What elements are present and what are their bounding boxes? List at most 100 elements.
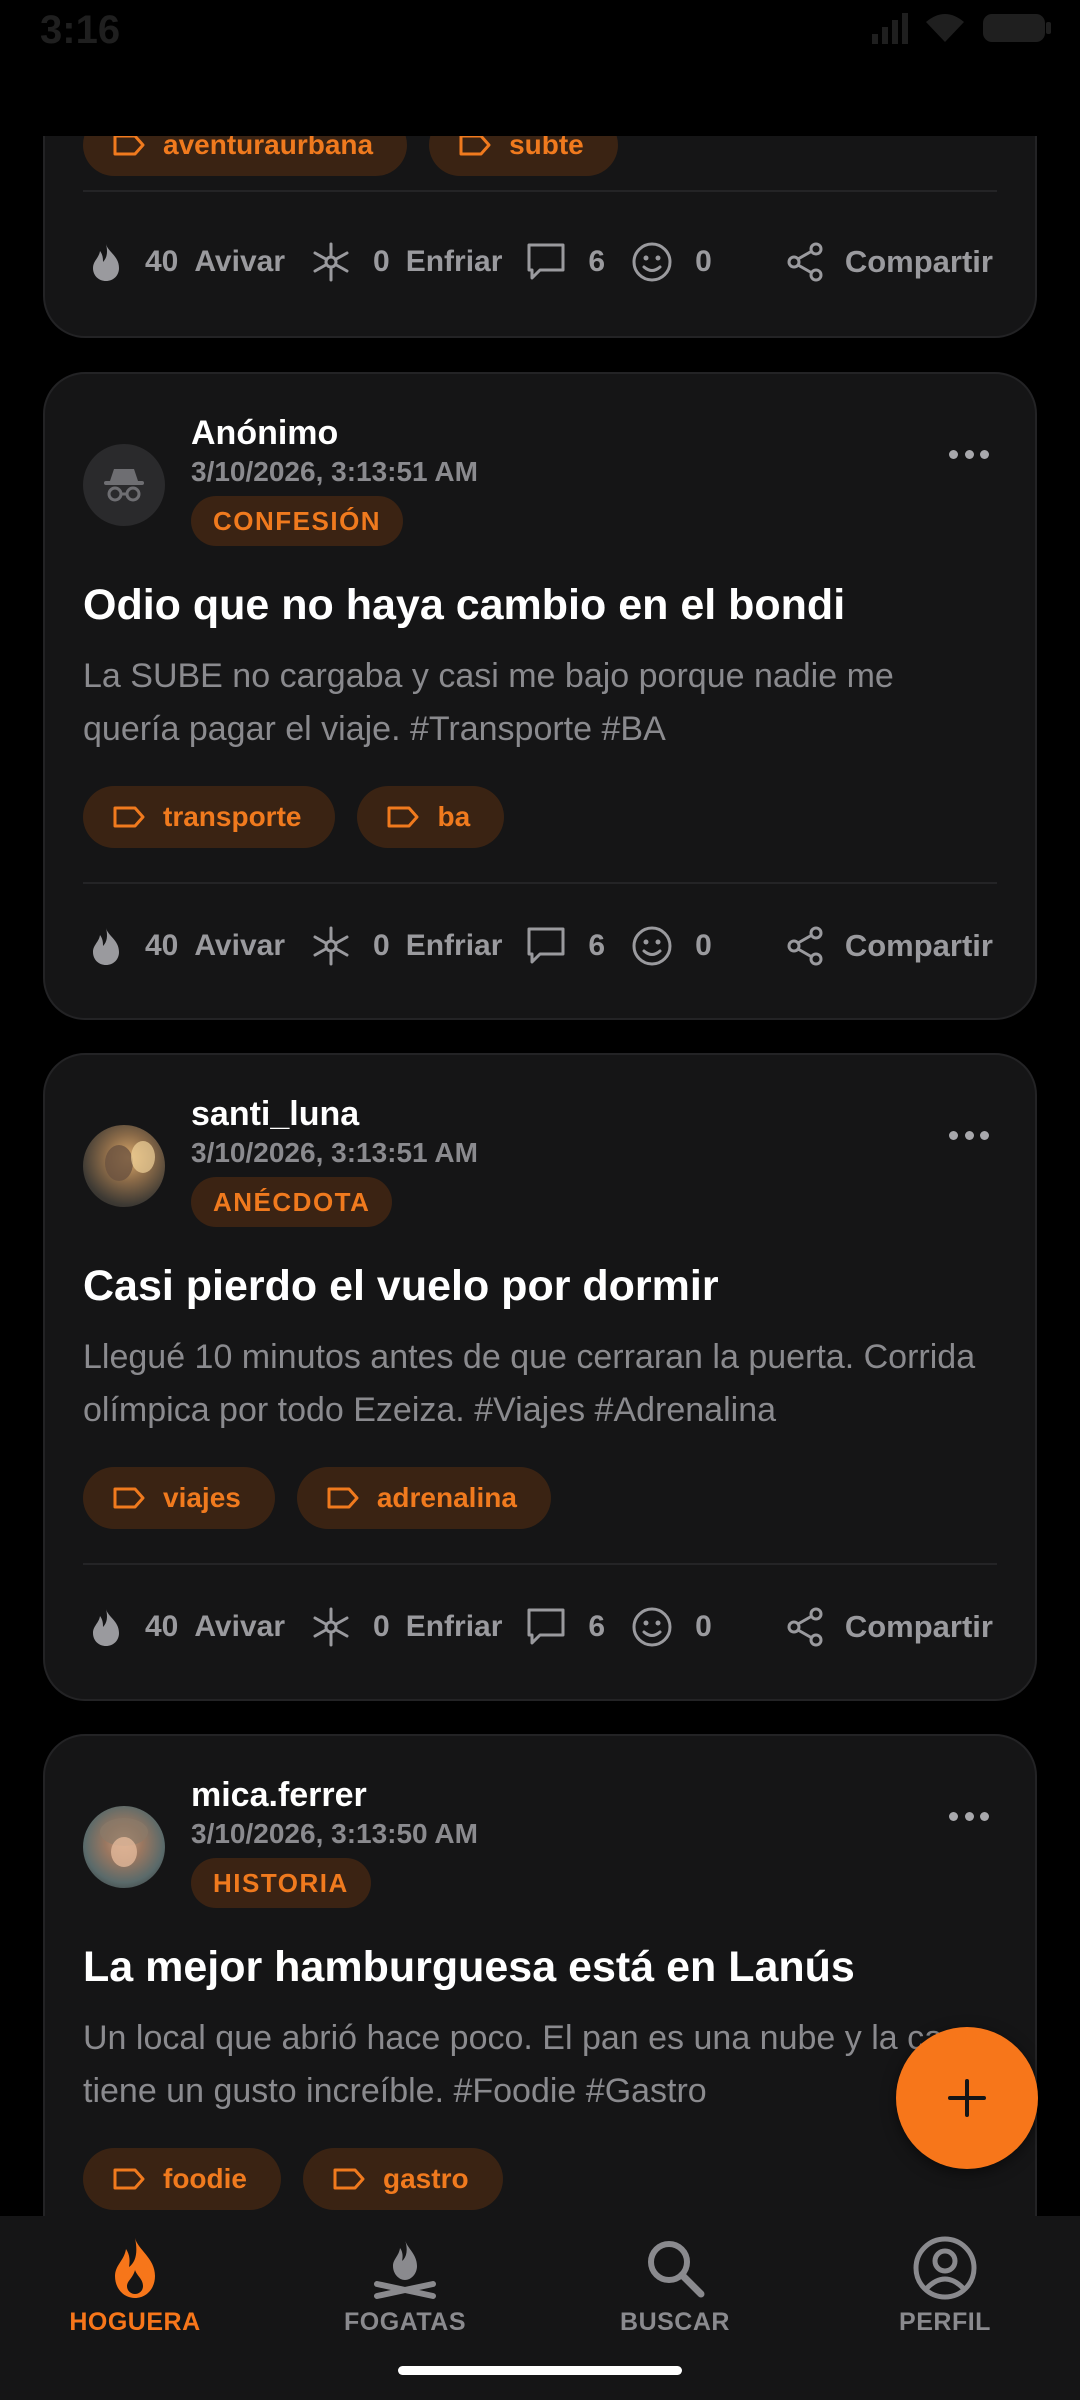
tag-label: adrenalina [376, 1482, 517, 1513]
share-icon [787, 926, 823, 966]
create-post-button[interactable] [896, 2027, 1038, 2169]
flame-icon [93, 1609, 119, 1646]
avatar-mica-ferrer[interactable] [83, 1806, 165, 1888]
wifi-icon [926, 14, 964, 42]
nav-perfil[interactable]: PERFIL [845, 2236, 1045, 2337]
divider [83, 1563, 997, 1565]
tag-chip[interactable]: aventuraurbana [83, 136, 408, 176]
post-timestamp: 3/10/2026, 3:13:50 AM [191, 1818, 478, 1849]
share-button[interactable]: Compartir [785, 926, 993, 966]
nav-hoguera[interactable]: HOGUERA [35, 2236, 235, 2337]
enfriar-button[interactable]: 0 Enfriar [311, 242, 502, 282]
enfriar-button[interactable]: 0 Enfriar [311, 926, 502, 966]
plus-icon [948, 2079, 986, 2117]
flame-icon [93, 244, 119, 281]
post-card[interactable]: mica.ferrer 3/10/2026, 3:13:50 AM HISTOR… [43, 1734, 1037, 2216]
avivar-label: Avivar [194, 245, 285, 278]
enfriar-label: Enfriar [405, 929, 503, 962]
reactions-count: 0 [695, 245, 712, 278]
author-name[interactable]: Anónimo [191, 414, 338, 453]
status-icons [870, 12, 1052, 44]
tag-icon [333, 2168, 365, 2190]
avatar-santi-luna[interactable] [83, 1125, 165, 1207]
tag-label: gastro [383, 2163, 469, 2194]
more-options-button[interactable] [949, 1806, 989, 1826]
smiley-icon [632, 1607, 672, 1647]
avatar-anonymous[interactable] [83, 444, 165, 526]
action-bar: 40 Avivar 0 Enfriar 6 0 Compartir [89, 232, 993, 292]
divider [83, 882, 997, 884]
tag-icon [113, 2168, 145, 2190]
avivar-button[interactable]: 40 Avivar [89, 926, 285, 966]
post-body: Llegué 10 minutos antes de que cerraran … [83, 1338, 976, 1429]
post-title[interactable]: Casi pierdo el vuelo por dormir [83, 1259, 997, 1313]
profile-icon [913, 2236, 977, 2300]
post-card[interactable]: aventuraurbana subte 40 Avivar 0 Enfriar… [43, 136, 1037, 338]
category-badge: ANÉCDOTA [191, 1177, 393, 1227]
likes-count: 40 [145, 929, 179, 962]
comments-button[interactable]: 6 [526, 1607, 605, 1647]
comments-count: 6 [588, 245, 606, 278]
reactions-button[interactable]: 0 [631, 1606, 712, 1648]
nav-fogatas[interactable]: FOGATAS [305, 2236, 505, 2337]
more-options-button[interactable] [949, 444, 989, 464]
avivar-button[interactable]: 40 Avivar [89, 242, 285, 282]
flame-icon [93, 928, 119, 965]
status-bar: 3:16 [0, 0, 1080, 60]
reactions-count: 0 [695, 1610, 712, 1643]
tag-label: foodie [163, 2163, 247, 2194]
more-options-button[interactable] [949, 1125, 989, 1145]
share-label: Compartir [844, 1609, 993, 1644]
tag-chip[interactable]: ba [357, 786, 505, 848]
comments-count: 6 [588, 929, 606, 962]
avivar-label: Avivar [194, 1610, 285, 1643]
post-title[interactable]: La mejor hamburguesa está en Lanús [83, 1940, 997, 1994]
tag-icon [387, 806, 419, 828]
signal-icon [872, 13, 908, 44]
share-icon [787, 1607, 823, 1647]
home-indicator[interactable] [398, 2366, 682, 2375]
post-body: La SUBE no cargaba y casi me bajo porque… [83, 657, 894, 748]
likes-count: 40 [145, 1610, 179, 1643]
tag-chip[interactable]: viajes [83, 1467, 275, 1529]
author-name[interactable]: mica.ferrer [191, 1776, 367, 1815]
post-card[interactable]: Anónimo 3/10/2026, 3:13:51 AM CONFESIÓN … [43, 372, 1037, 1020]
user-photo-icon [100, 1818, 148, 1867]
divider [83, 190, 997, 192]
campfire-icon [374, 2240, 436, 2299]
post-timestamp: 3/10/2026, 3:13:51 AM [191, 1137, 478, 1168]
user-photo-icon [105, 1141, 155, 1181]
tag-icon [327, 1487, 359, 1509]
enfriar-button[interactable]: 0 Enfriar [311, 1607, 502, 1647]
nav-buscar[interactable]: BUSCAR [575, 2236, 775, 2337]
tag-list: transporte ba [83, 786, 505, 848]
tag-list: foodie gastro [83, 2148, 503, 2210]
post-card[interactable]: santi_luna 3/10/2026, 3:13:51 AM ANÉCDOT… [43, 1053, 1037, 1701]
share-button[interactable]: Compartir [785, 242, 993, 282]
share-label: Compartir [844, 928, 993, 963]
enfriar-label: Enfriar [405, 245, 503, 278]
share-button[interactable]: Compartir [785, 1607, 993, 1647]
comment-icon [527, 927, 565, 964]
reactions-button[interactable]: 0 [631, 925, 712, 967]
reactions-button[interactable]: 0 [631, 241, 712, 283]
tag-chip[interactable]: adrenalina [296, 1467, 551, 1529]
feed[interactable]: aventuraurbana subte 40 Avivar 0 Enfriar… [0, 136, 1080, 2216]
incognito-icon [104, 469, 144, 502]
category-badge: CONFESIÓN [191, 496, 404, 546]
post-timestamp: 3/10/2026, 3:13:51 AM [191, 456, 478, 487]
cools-count: 0 [373, 1610, 390, 1643]
avivar-button[interactable]: 40 Avivar [89, 1607, 285, 1647]
tag-chip[interactable]: foodie [83, 2148, 281, 2210]
post-title[interactable]: Odio que no haya cambio en el bondi [83, 578, 997, 632]
tag-chip[interactable]: gastro [303, 2148, 503, 2210]
comments-button[interactable]: 6 [526, 242, 605, 282]
tag-chip[interactable]: subte [429, 136, 618, 176]
likes-count: 40 [145, 245, 179, 278]
tag-chip[interactable]: transporte [83, 786, 336, 848]
comments-button[interactable]: 6 [526, 926, 605, 966]
reactions-count: 0 [695, 929, 712, 962]
comment-icon [527, 1608, 565, 1645]
tag-label: ba [437, 801, 471, 832]
author-name[interactable]: santi_luna [191, 1095, 359, 1134]
